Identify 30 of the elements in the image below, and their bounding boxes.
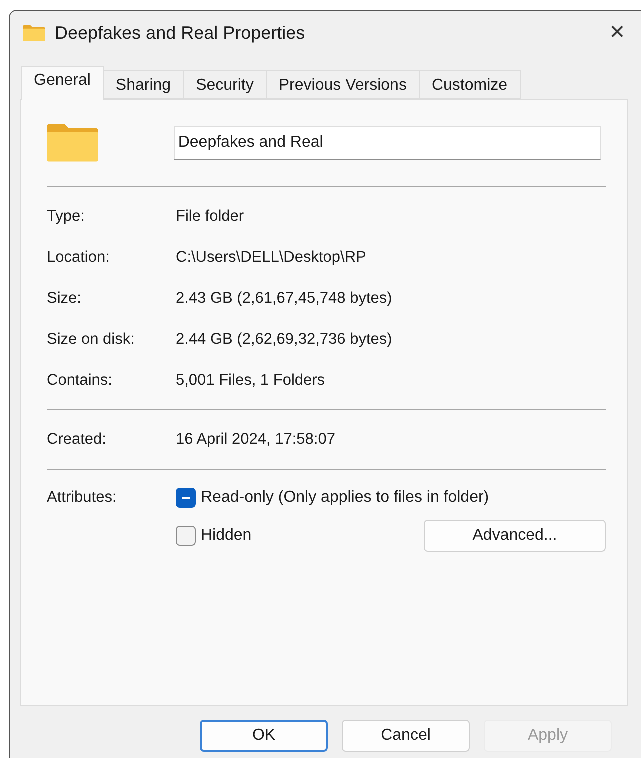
property-label: Location: bbox=[47, 248, 111, 268]
tab[interactable]: General bbox=[21, 66, 104, 100]
tab[interactable]: Previous Versions bbox=[266, 70, 420, 99]
property-value: C:\Users\DELL\Desktop\RP bbox=[176, 248, 366, 268]
window-title: Deepfakes and Real Properties bbox=[55, 22, 306, 45]
folder-icon bbox=[23, 24, 45, 42]
checkbox-label: Read-only (Only applies to files in folder) bbox=[201, 488, 490, 508]
dialog-button[interactable]: OK bbox=[200, 720, 328, 752]
property-value: 2.44 GB (2,62,69,32,736 bytes) bbox=[176, 330, 392, 350]
checkbox[interactable] bbox=[176, 526, 196, 546]
property-label: Size: bbox=[47, 288, 82, 309]
property-label: Size on disk: bbox=[47, 330, 136, 350]
dialog-button[interactable]: Cancel bbox=[342, 720, 470, 752]
checkbox[interactable] bbox=[176, 488, 196, 508]
property-label: Contains: bbox=[47, 370, 114, 391]
property-value: File folder bbox=[176, 206, 244, 227]
property-value: 2.43 GB (2,61,67,45,748 bytes) bbox=[176, 288, 392, 309]
checkbox-label: Hidden bbox=[201, 526, 252, 546]
tab[interactable]: Customize bbox=[418, 70, 521, 99]
property-label: Type: bbox=[47, 206, 86, 227]
tab[interactable]: Sharing bbox=[102, 70, 184, 99]
tab[interactable]: Security bbox=[183, 70, 267, 99]
property-value: 5,001 Files, 1 Folders bbox=[176, 370, 326, 391]
name-field[interactable]: Deepfakes and Real bbox=[174, 126, 601, 160]
property-value: 16 April 2024, 17:58:07 bbox=[176, 430, 336, 450]
property-label: Created: bbox=[47, 430, 108, 450]
attributes-label: Attributes: bbox=[47, 488, 118, 508]
folder-icon bbox=[47, 124, 98, 162]
advanced-button[interactable]: Advanced... bbox=[424, 520, 606, 552]
close-button[interactable]: ✕ bbox=[607, 18, 628, 48]
